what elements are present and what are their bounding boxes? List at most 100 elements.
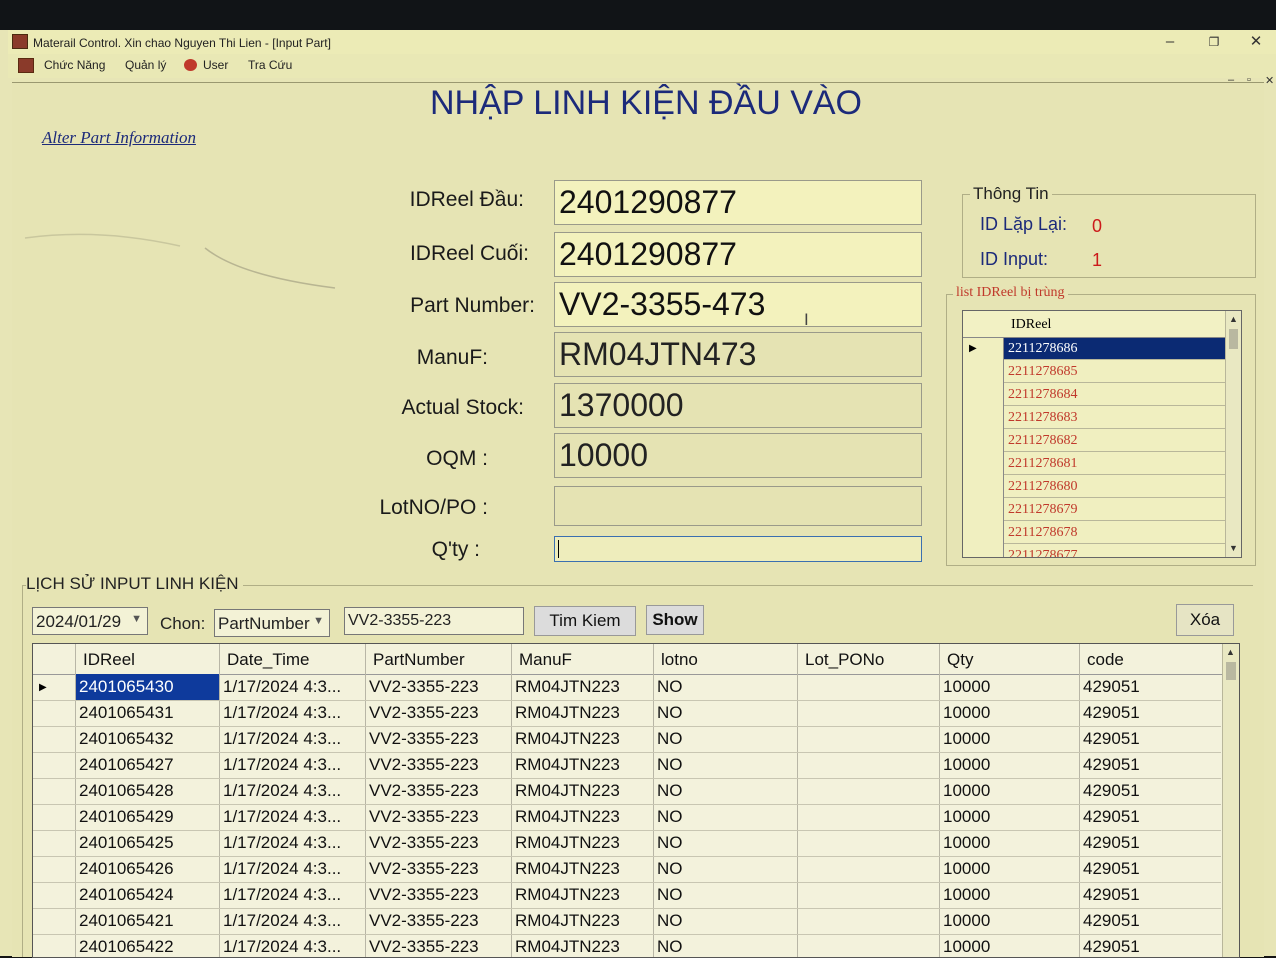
table-cell[interactable]: 429051 bbox=[1083, 859, 1140, 879]
table-cell[interactable]: VV2-3355-223 bbox=[369, 755, 479, 775]
table-cell[interactable]: RM04JTN223 bbox=[515, 729, 620, 749]
table-cell[interactable]: 10000 bbox=[943, 703, 990, 723]
scroll-up-icon[interactable]: ▲ bbox=[1229, 314, 1238, 324]
table-cell[interactable]: NO bbox=[657, 911, 683, 931]
table-cell[interactable]: 429051 bbox=[1083, 937, 1140, 957]
table-cell[interactable]: 1/17/2024 4:3... bbox=[223, 781, 341, 801]
table-cell[interactable]: VV2-3355-223 bbox=[369, 885, 479, 905]
table-cell[interactable]: NO bbox=[657, 859, 683, 879]
filter-select[interactable]: PartNumber ▼ bbox=[214, 609, 330, 637]
show-button[interactable]: Show bbox=[646, 605, 704, 635]
restore-button[interactable]: ❐ bbox=[1196, 32, 1232, 52]
table-cell[interactable]: 1/17/2024 4:3... bbox=[223, 885, 341, 905]
table-cell[interactable]: 1/17/2024 4:3... bbox=[223, 833, 341, 853]
table-cell[interactable]: VV2-3355-223 bbox=[369, 729, 479, 749]
table-cell[interactable]: NO bbox=[657, 807, 683, 827]
menu-tra-cuu[interactable]: Tra Cứu bbox=[248, 58, 292, 72]
dup-row[interactable]: 2211278685 bbox=[1004, 361, 1225, 383]
dup-row[interactable]: 2211278686 bbox=[1004, 338, 1225, 360]
table-cell[interactable]: RM04JTN223 bbox=[515, 703, 620, 723]
table-cell[interactable]: 10000 bbox=[943, 781, 990, 801]
table-cell[interactable]: 429051 bbox=[1083, 833, 1140, 853]
table-cell[interactable]: RM04JTN223 bbox=[515, 755, 620, 775]
table-cell[interactable]: RM04JTN223 bbox=[515, 911, 620, 931]
column-header[interactable]: Date_Time bbox=[227, 650, 310, 670]
table-cell[interactable]: 10000 bbox=[943, 677, 990, 697]
column-header[interactable]: ManuF bbox=[519, 650, 572, 670]
table-cell[interactable]: NO bbox=[657, 833, 683, 853]
table-cell[interactable]: 429051 bbox=[1083, 703, 1140, 723]
table-cell[interactable]: VV2-3355-223 bbox=[369, 677, 479, 697]
table-cell[interactable]: 1/17/2024 4:3... bbox=[223, 677, 341, 697]
column-header[interactable]: Qty bbox=[947, 650, 973, 670]
column-header[interactable]: code bbox=[1087, 650, 1124, 670]
table-cell[interactable]: 429051 bbox=[1083, 729, 1140, 749]
table-cell[interactable]: VV2-3355-223 bbox=[369, 703, 479, 723]
date-picker[interactable]: 2024/01/29 ▼ bbox=[32, 607, 148, 635]
table-cell[interactable]: RM04JTN223 bbox=[515, 833, 620, 853]
table-cell[interactable]: 429051 bbox=[1083, 755, 1140, 775]
delete-button[interactable]: Xóa bbox=[1176, 604, 1234, 636]
table-cell[interactable]: 2401065421 bbox=[79, 911, 174, 931]
table-cell[interactable]: VV2-3355-223 bbox=[369, 859, 479, 879]
table-cell[interactable]: 429051 bbox=[1083, 911, 1140, 931]
table-cell[interactable]: VV2-3355-223 bbox=[369, 781, 479, 801]
dup-grid-scrollbar[interactable]: ▲ ▼ bbox=[1225, 311, 1241, 557]
scroll-thumb[interactable] bbox=[1226, 662, 1236, 680]
table-cell[interactable]: 10000 bbox=[943, 729, 990, 749]
table-cell[interactable]: NO bbox=[657, 781, 683, 801]
table-cell[interactable]: 2401065422 bbox=[79, 937, 174, 957]
close-button[interactable]: ✕ bbox=[1238, 32, 1274, 52]
part-number-input[interactable]: VV2-3355-473 bbox=[554, 282, 922, 327]
table-cell[interactable]: 1/17/2024 4:3... bbox=[223, 729, 341, 749]
history-grid[interactable]: IDReel Date_Time PartNumber ManuF lotno Lot_P… bbox=[32, 643, 1240, 958]
table-cell[interactable]: RM04JTN223 bbox=[515, 937, 620, 957]
dup-row[interactable]: 2211278684 bbox=[1004, 384, 1225, 406]
table-cell[interactable]: 2401065432 bbox=[79, 729, 174, 749]
table-cell[interactable]: NO bbox=[657, 885, 683, 905]
table-cell[interactable]: RM04JTN223 bbox=[515, 885, 620, 905]
table-cell[interactable]: 429051 bbox=[1083, 781, 1140, 801]
dup-row[interactable]: 2211278679 bbox=[1004, 499, 1225, 521]
scroll-down-icon[interactable]: ▼ bbox=[1229, 543, 1238, 553]
table-cell[interactable]: 10000 bbox=[943, 885, 990, 905]
alter-part-link[interactable]: Alter Part Information bbox=[42, 128, 196, 148]
table-cell[interactable]: 10000 bbox=[943, 833, 990, 853]
dup-row[interactable]: 2211278683 bbox=[1004, 407, 1225, 429]
table-cell[interactable]: RM04JTN223 bbox=[515, 859, 620, 879]
table-cell[interactable]: 10000 bbox=[943, 807, 990, 827]
table-cell[interactable]: 10000 bbox=[943, 755, 990, 775]
table-cell[interactable]: 2401065429 bbox=[79, 807, 174, 827]
table-cell[interactable]: 1/17/2024 4:3... bbox=[223, 755, 341, 775]
column-header[interactable]: PartNumber bbox=[373, 650, 465, 670]
column-header[interactable]: Lot_PONo bbox=[805, 650, 884, 670]
table-cell[interactable]: 429051 bbox=[1083, 677, 1140, 697]
table-cell[interactable]: RM04JTN223 bbox=[515, 781, 620, 801]
table-cell[interactable]: 1/17/2024 4:3... bbox=[223, 807, 341, 827]
table-cell[interactable]: 10000 bbox=[943, 911, 990, 931]
table-cell[interactable]: 2401065431 bbox=[79, 703, 174, 723]
table-cell[interactable]: RM04JTN223 bbox=[515, 807, 620, 827]
idreel-cuoi-input[interactable]: 2401290877 bbox=[554, 232, 922, 277]
table-cell[interactable]: 10000 bbox=[943, 859, 990, 879]
table-cell[interactable]: NO bbox=[657, 729, 683, 749]
table-cell[interactable]: 1/17/2024 4:3... bbox=[223, 937, 341, 957]
dup-row[interactable]: 2211278682 bbox=[1004, 430, 1225, 452]
table-cell[interactable]: 1/17/2024 4:3... bbox=[223, 911, 341, 931]
table-cell[interactable]: 10000 bbox=[943, 937, 990, 957]
table-cell[interactable]: VV2-3355-223 bbox=[369, 937, 479, 957]
table-cell[interactable]: 1/17/2024 4:3... bbox=[223, 859, 341, 879]
scroll-up-icon[interactable]: ▲ bbox=[1226, 647, 1235, 657]
table-cell[interactable]: 2401065425 bbox=[79, 833, 174, 853]
table-cell[interactable]: VV2-3355-223 bbox=[369, 833, 479, 853]
table-cell[interactable]: 2401065427 bbox=[79, 755, 174, 775]
minimize-button[interactable]: – bbox=[1152, 32, 1188, 52]
table-cell[interactable]: 429051 bbox=[1083, 885, 1140, 905]
menu-quan-ly[interactable]: Quản lý bbox=[125, 58, 166, 72]
table-cell[interactable]: 1/17/2024 4:3... bbox=[223, 703, 341, 723]
dup-row[interactable]: 2211278678 bbox=[1004, 522, 1225, 544]
table-cell[interactable]: VV2-3355-223 bbox=[369, 807, 479, 827]
table-cell[interactable]: 2401065426 bbox=[79, 859, 174, 879]
dup-row[interactable]: 2211278677 bbox=[1004, 545, 1225, 557]
menu-user[interactable]: User bbox=[203, 58, 228, 72]
